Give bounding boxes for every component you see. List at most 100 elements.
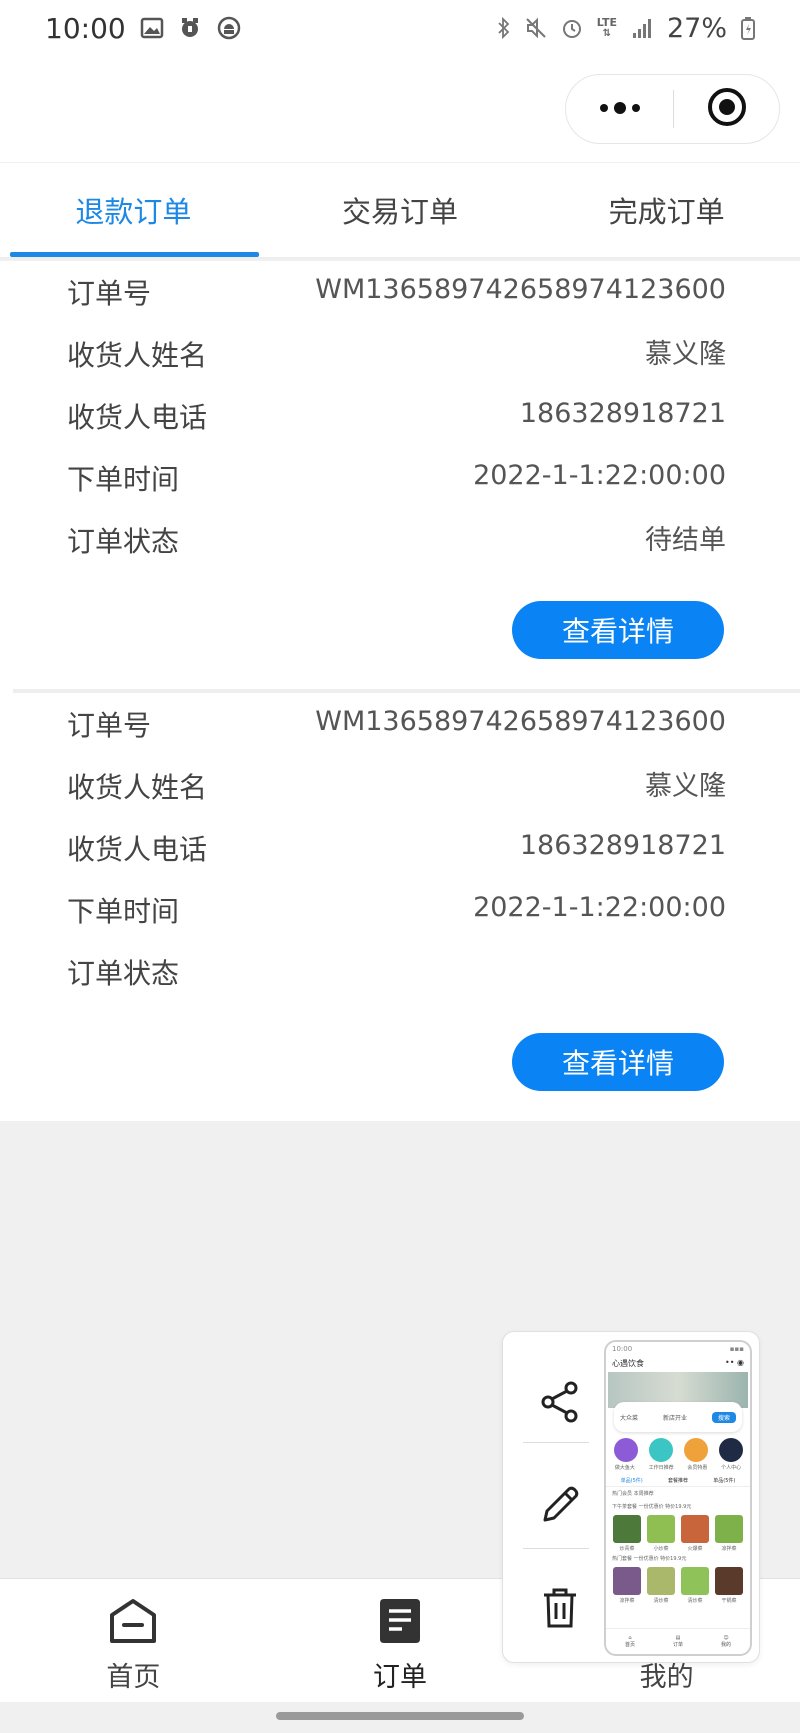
thumb-food-row bbox=[606, 1565, 750, 1597]
thumb-food-image bbox=[715, 1515, 743, 1543]
thumb-food-row bbox=[606, 1513, 750, 1545]
field-label: 收货人姓名 bbox=[67, 339, 208, 372]
button-row: 查看详情 bbox=[0, 571, 800, 689]
thumb-food-image bbox=[613, 1567, 641, 1595]
battery-icon bbox=[741, 16, 755, 40]
delete-button[interactable] bbox=[527, 1577, 593, 1643]
order-time-row: 下单时间 2022-1-1:22:00:00 bbox=[0, 879, 800, 941]
delete-icon bbox=[541, 1587, 579, 1633]
battery-percent: 27% bbox=[666, 12, 727, 44]
thumb-text: 热门会员 本周推荐 bbox=[612, 1491, 654, 1497]
thumb-food-label: 火爆菜 bbox=[687, 1546, 703, 1552]
order-number-row: 订单号 WM136589742658974123600 bbox=[0, 693, 800, 755]
edit-button[interactable] bbox=[527, 1474, 593, 1540]
thumb-icon-label: 工作日推荐 bbox=[648, 1465, 674, 1471]
tab-refund-orders[interactable]: 退款订单 bbox=[0, 163, 267, 257]
order-number-value: WM136589742658974123600 bbox=[315, 273, 726, 305]
order-card: 订单号 WM136589742658974123600 收货人姓名 慕义隆 收货… bbox=[0, 261, 800, 689]
thumb-tab: 套餐推荐 bbox=[667, 1478, 688, 1484]
thumb-nav-label: 订单 bbox=[672, 1642, 683, 1648]
nav-item-home[interactable]: 首页 bbox=[0, 1579, 267, 1702]
share-icon bbox=[540, 1381, 580, 1427]
order-tabs: 退款订单 交易订单 完成订单 bbox=[0, 163, 800, 259]
order-status-value: 待结单 bbox=[645, 524, 726, 556]
thumb-bottom-nav: ⌂ 首页 ▤ 订单 ☺ 我的 bbox=[606, 1628, 750, 1654]
nav-item-orders[interactable]: 订单 bbox=[267, 1579, 534, 1702]
thumb-time: 10:00 bbox=[612, 1345, 633, 1353]
receiver-phone-value: 186328918721 bbox=[519, 397, 726, 429]
thumb-food-label: 小炒菜 bbox=[653, 1546, 669, 1552]
target-close-icon bbox=[707, 87, 747, 131]
receiver-phone-row: 收货人电话 186328918721 bbox=[0, 385, 800, 447]
field-label: 订单号 bbox=[67, 277, 152, 310]
thumb-food-image bbox=[647, 1567, 675, 1595]
share-button[interactable] bbox=[527, 1371, 593, 1437]
field-label: 下单时间 bbox=[67, 895, 180, 928]
thumb-icon-label: 做大鱼大 bbox=[614, 1465, 635, 1471]
thumb-category-icon bbox=[648, 1438, 673, 1462]
receiver-name-row: 收货人姓名 慕义隆 bbox=[0, 323, 800, 385]
field-label: 收货人电话 bbox=[67, 401, 208, 434]
thumb-text: 热门套餐 一份优惠价 特价19.9元 bbox=[612, 1556, 687, 1562]
thumb-icon-label: 会员特惠 bbox=[687, 1465, 708, 1471]
signal-icon bbox=[631, 17, 653, 39]
thumb-nav-item: ☺ 我的 bbox=[720, 1635, 731, 1648]
thumb-food-label: 干锅菜 bbox=[721, 1598, 737, 1604]
button-row: 查看详情 bbox=[0, 1003, 800, 1121]
thumb-category-icon bbox=[683, 1438, 708, 1462]
thumb-food-image bbox=[647, 1515, 675, 1543]
thumb-food-image bbox=[613, 1515, 641, 1543]
network-label: LTE bbox=[596, 16, 617, 29]
gesture-navigation-bar[interactable] bbox=[276, 1712, 524, 1720]
thumb-food-image bbox=[715, 1567, 743, 1595]
order-status-row: 订单状态 待结单 bbox=[0, 509, 800, 571]
tool-divider bbox=[523, 1442, 589, 1443]
receiver-phone-value: 186328918721 bbox=[519, 829, 726, 861]
more-dots-icon bbox=[598, 100, 642, 119]
thumb-nav-label: 我的 bbox=[720, 1642, 731, 1648]
field-label: 订单号 bbox=[67, 709, 152, 742]
close-miniprogram-button[interactable] bbox=[674, 75, 779, 143]
thumb-food-image bbox=[681, 1567, 709, 1595]
tab-completed-orders[interactable]: 完成订单 bbox=[533, 163, 800, 257]
field-label: 订单状态 bbox=[67, 957, 180, 990]
view-details-button[interactable]: 查看详情 bbox=[512, 601, 724, 659]
thumb-food-labels: 炒青菜 小炒菜 火爆菜 凉拌菜 bbox=[606, 1545, 750, 1552]
nav-label: 订单 bbox=[373, 1662, 427, 1693]
more-button[interactable] bbox=[566, 75, 673, 143]
edit-icon bbox=[539, 1484, 581, 1530]
status-bar: 10:00 LTE ⇅ 27% bbox=[0, 0, 800, 56]
thumb-nav-item: ▤ 订单 bbox=[672, 1635, 683, 1648]
thumb-title-bar: 心遇饮食 •• ◉ bbox=[606, 1356, 750, 1372]
order-card: 订单号 WM136589742658974123600 收货人姓名 慕义隆 收货… bbox=[13, 689, 800, 1121]
status-time: 10:00 bbox=[45, 11, 126, 45]
order-time-value: 2022-1-1:22:00:00 bbox=[473, 459, 726, 491]
screenshot-thumbnail[interactable]: 10:00 ▪▪▪ 心遇饮食 •• ◉ 大众菜 新店开业 搜索 做大鱼大 工作日… bbox=[604, 1340, 752, 1656]
capsule-menu bbox=[565, 74, 780, 144]
thumb-title: 心遇饮食 bbox=[612, 1359, 644, 1368]
order-time-row: 下单时间 2022-1-1:22:00:00 bbox=[0, 447, 800, 509]
thumb-category-icon bbox=[613, 1438, 638, 1462]
thumb-food-labels: 凉拌菜 清炒菜 清炒菜 干锅菜 bbox=[606, 1597, 750, 1604]
thumb-status-bar: 10:00 ▪▪▪ bbox=[606, 1342, 750, 1356]
thumb-search-pill: 搜索 bbox=[711, 1411, 736, 1423]
bluetooth-icon bbox=[497, 17, 511, 39]
thumb-food-image bbox=[681, 1515, 709, 1543]
thumb-food-label: 炒青菜 bbox=[619, 1546, 635, 1552]
thumb-search-card: 大众菜 新店开业 搜索 bbox=[614, 1402, 742, 1432]
thumb-capsule-icon: •• ◉ bbox=[725, 1358, 744, 1367]
receiver-name-row: 收货人姓名 慕义隆 bbox=[0, 755, 800, 817]
thumb-food-label: 凉拌菜 bbox=[721, 1546, 737, 1552]
receiver-name-value: 慕义隆 bbox=[645, 338, 726, 370]
field-label: 收货人电话 bbox=[67, 833, 208, 866]
order-number-row: 订单号 WM136589742658974123600 bbox=[0, 261, 800, 323]
thumb-nav-item: ⌂ 首页 bbox=[624, 1635, 635, 1648]
lte-icon: LTE ⇅ bbox=[596, 16, 617, 39]
thumb-tabs: 单品(5件) 套餐推荐 单品(5件) bbox=[606, 1471, 750, 1487]
receiver-phone-row: 收货人电话 186328918721 bbox=[0, 817, 800, 879]
navigation-bar bbox=[0, 56, 800, 162]
tool-divider bbox=[523, 1548, 589, 1549]
tab-trade-orders[interactable]: 交易订单 bbox=[267, 163, 534, 257]
order-time-value: 2022-1-1:22:00:00 bbox=[473, 891, 726, 923]
view-details-button[interactable]: 查看详情 bbox=[512, 1033, 724, 1091]
